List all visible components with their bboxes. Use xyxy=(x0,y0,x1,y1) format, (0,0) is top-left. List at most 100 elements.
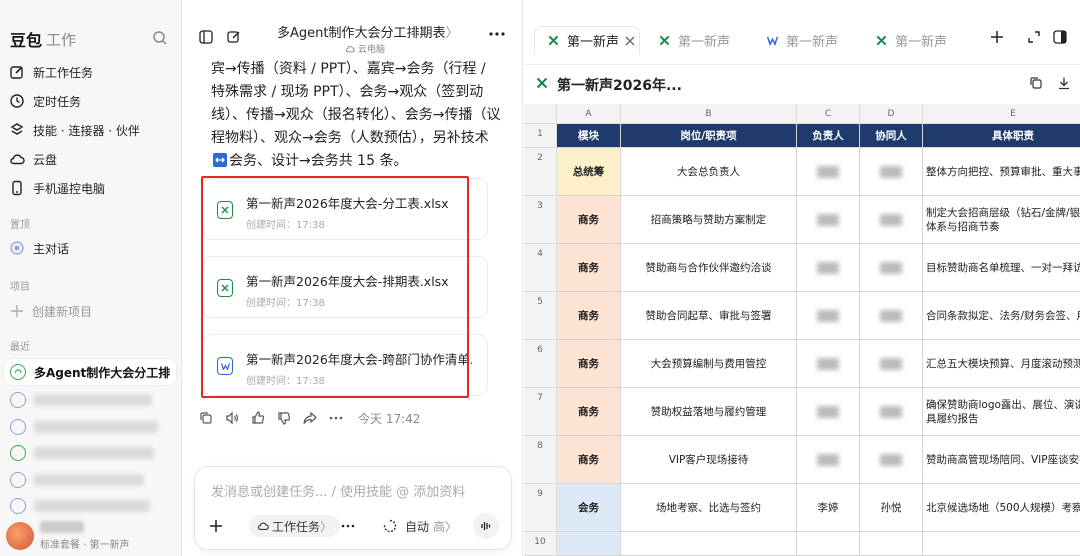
message-composer[interactable]: 发消息或创建任务... / 使用技能 @ 添加资料 工作任务〉 自动高〉 xyxy=(194,466,512,550)
module-cell[interactable]: 商务 xyxy=(557,436,621,484)
empty-cell[interactable] xyxy=(797,532,860,556)
helper-cell[interactable] xyxy=(860,292,923,340)
column-header[interactable]: B xyxy=(621,104,797,124)
search-icon[interactable] xyxy=(152,30,168,46)
duty-cell[interactable]: 北京候选场地（500人规模）考察定 xyxy=(923,484,1080,532)
share-icon[interactable] xyxy=(302,411,318,425)
owner-cell[interactable]: 李婷 xyxy=(797,484,860,532)
tab-doc-2[interactable]: 第一新声 xyxy=(646,26,752,54)
nav-skills[interactable]: 技能 · 连接器 · 伙伴 xyxy=(8,118,174,142)
column-title[interactable]: 协同人 xyxy=(860,124,923,148)
chat-title[interactable]: 多Agent制作大会分工排期表〉 xyxy=(277,22,459,41)
duty-cell[interactable]: 赞助商高管现场陪同、VIP座谈安排 xyxy=(923,436,1080,484)
helper-cell[interactable] xyxy=(860,196,923,244)
owner-cell[interactable] xyxy=(797,436,860,484)
helper-cell[interactable]: 孙悦 xyxy=(860,484,923,532)
module-cell[interactable]: 商务 xyxy=(557,292,621,340)
role-cell[interactable]: 大会总负责人 xyxy=(621,148,797,196)
helper-cell[interactable] xyxy=(860,244,923,292)
file-card-xlsx[interactable]: 第一新声2026年度大会-分工表.xlsx 创建时间：17:38 xyxy=(202,178,488,240)
thumbs-up-icon[interactable] xyxy=(250,411,266,425)
expand-icon[interactable] xyxy=(1027,30,1041,44)
row-header[interactable]: 8 xyxy=(524,436,557,484)
column-header[interactable]: C xyxy=(797,104,860,124)
role-cell[interactable]: 赞助商与合作伙伴邀约洽谈 xyxy=(621,244,797,292)
recent-item[interactable] xyxy=(10,390,176,410)
helper-cell[interactable] xyxy=(860,388,923,436)
owner-cell[interactable] xyxy=(797,148,860,196)
role-cell[interactable]: 赞助合同起草、审批与签署 xyxy=(621,292,797,340)
work-task-chip[interactable]: 工作任务〉 xyxy=(249,515,341,537)
owner-cell[interactable] xyxy=(797,388,860,436)
column-title[interactable]: 岗位/职责项 xyxy=(621,124,797,148)
column-title[interactable]: 负责人 xyxy=(797,124,860,148)
recent-item[interactable] xyxy=(10,470,176,490)
row-header[interactable]: 10 xyxy=(524,532,557,556)
module-cell[interactable]: 商务 xyxy=(557,244,621,292)
new-chat-icon[interactable] xyxy=(227,30,241,44)
row-header[interactable]: 2 xyxy=(524,148,557,196)
user-profile[interactable]: 标准套餐 · 第一新声 xyxy=(6,519,176,553)
empty-cell[interactable] xyxy=(923,532,1080,556)
recent-item[interactable] xyxy=(10,443,176,463)
file-card-xlsx[interactable]: 第一新声2026年度大会-排期表.xlsx 创建时间：17:38 xyxy=(202,256,488,318)
module-cell[interactable]: 会务 xyxy=(557,484,621,532)
column-header[interactable]: A xyxy=(557,104,621,124)
tab-doc-1[interactable]: 第一新声 xyxy=(534,26,640,54)
more-icon[interactable] xyxy=(341,515,355,537)
owner-cell[interactable] xyxy=(797,244,860,292)
duty-cell[interactable]: 制定大会招商层级（钻石/金牌/银牌体系与招商节奏 xyxy=(923,196,1080,244)
download-icon[interactable] xyxy=(1057,76,1071,90)
duty-cell[interactable]: 合同条款拟定、法务/财务会签、用 xyxy=(923,292,1080,340)
recent-item[interactable] xyxy=(10,496,176,516)
module-cell[interactable]: 总统筹 xyxy=(557,148,621,196)
recent-item-active[interactable]: 多Agent制作大会分工排期表 xyxy=(4,359,176,385)
sidebar-toggle-icon[interactable] xyxy=(199,30,213,44)
more-icon[interactable] xyxy=(489,32,505,36)
panel-toggle-icon[interactable] xyxy=(1053,30,1067,44)
nav-new-task[interactable]: 新工作任务 xyxy=(8,60,174,84)
role-cell[interactable]: 赞助权益落地与履约管理 xyxy=(621,388,797,436)
spreadsheet[interactable]: A B C D E 1 2 3 4 5 6 7 8 9 10 模块 岗位/职责项 负责人 协同人 具体职责 总统筹 大会总… xyxy=(524,104,1080,556)
duty-cell[interactable]: 整体方向把控、预算审批、重大事 xyxy=(923,148,1080,196)
row-header[interactable]: 3 xyxy=(524,196,557,244)
add-tab-icon[interactable] xyxy=(990,30,1004,44)
nav-cloud-drive[interactable]: 云盘 xyxy=(8,147,174,171)
duty-cell[interactable]: 汇总五大模块预算、月度滚动预测 xyxy=(923,340,1080,388)
row-header[interactable]: 9 xyxy=(524,484,557,532)
tab-doc-3[interactable]: 第一新声 xyxy=(754,26,860,54)
recent-item[interactable] xyxy=(10,417,176,437)
module-cell[interactable]: 商务 xyxy=(557,388,621,436)
empty-cell[interactable] xyxy=(557,532,621,556)
pinned-main-chat[interactable]: 主对话 xyxy=(8,236,174,260)
owner-cell[interactable] xyxy=(797,292,860,340)
row-header[interactable]: 4 xyxy=(524,244,557,292)
copy-icon[interactable] xyxy=(1029,76,1043,90)
column-header[interactable]: E xyxy=(923,104,1080,124)
duty-cell[interactable]: 目标赞助商名单梳理、一对一拜访 xyxy=(923,244,1080,292)
thumbs-down-icon[interactable] xyxy=(276,411,292,425)
copy-icon[interactable] xyxy=(198,411,214,425)
nav-scheduled-task[interactable]: 定时任务 xyxy=(8,89,174,113)
row-header[interactable]: 1 xyxy=(524,124,557,148)
auto-mode-selector[interactable]: 自动高〉 xyxy=(405,515,457,537)
row-header[interactable]: 6 xyxy=(524,340,557,388)
role-cell[interactable]: 场地考察、比选与签约 xyxy=(621,484,797,532)
plus-icon[interactable] xyxy=(209,515,223,537)
helper-cell[interactable] xyxy=(860,436,923,484)
more-icon[interactable] xyxy=(328,416,344,420)
duty-cell[interactable]: 确保赞助商logo露出、展位、演讲出具履约报告 xyxy=(923,388,1080,436)
close-icon[interactable] xyxy=(625,36,635,46)
helper-cell[interactable] xyxy=(860,148,923,196)
tab-doc-4[interactable]: 第一新声 xyxy=(864,26,946,54)
file-card-docx[interactable]: 第一新声2026年度大会-跨部门协作清单... 创建时间：17:38 xyxy=(202,334,488,396)
role-cell[interactable]: VIP客户现场接待 xyxy=(621,436,797,484)
role-cell[interactable]: 招商策略与赞助方案制定 xyxy=(621,196,797,244)
empty-cell[interactable] xyxy=(860,532,923,556)
helper-cell[interactable] xyxy=(860,340,923,388)
speaker-icon[interactable] xyxy=(224,411,240,425)
column-header[interactable]: D xyxy=(860,104,923,124)
owner-cell[interactable] xyxy=(797,196,860,244)
module-cell[interactable]: 商务 xyxy=(557,340,621,388)
create-project-button[interactable]: 创建新项目 xyxy=(8,300,92,322)
